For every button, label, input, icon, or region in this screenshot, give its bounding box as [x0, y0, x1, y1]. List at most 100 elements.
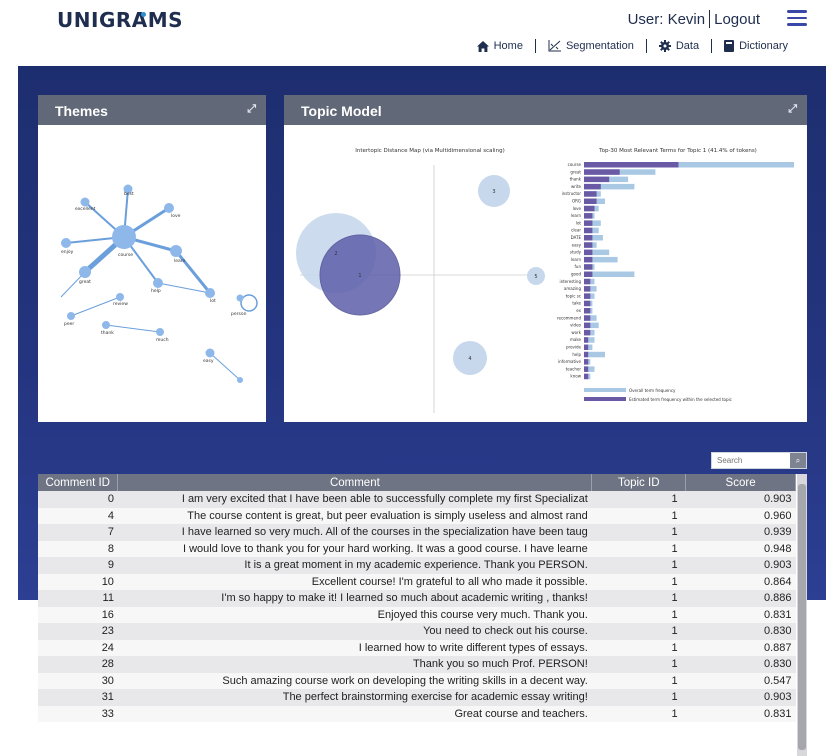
table-row[interactable]: 4 The course content is great, but peer e… — [38, 507, 796, 524]
term-label: love — [573, 206, 582, 211]
table-row[interactable]: 11 I'm so happy to make it! I learned so … — [38, 590, 796, 607]
term-topic-bar — [584, 271, 593, 277]
comments-table-container: Comment ID Comment Topic ID Score 0I am … — [38, 474, 807, 756]
topic-model-visualization: Intertopic Distance Map (via Multidimens… — [296, 148, 794, 413]
table-row[interactable]: 31 The perfect brainstorming exercise for… — [38, 689, 796, 706]
comment-cell: Thank you so much Prof. PERSON! — [117, 656, 592, 673]
comments-table: Comment ID Comment Topic ID Score 0I am … — [38, 474, 796, 722]
search-input[interactable] — [712, 453, 790, 468]
themes-panel: Themes ⤢ best excellent love enjoy cours… — [38, 95, 266, 422]
search-icon[interactable]: ⌕ — [790, 453, 806, 468]
term-label: topic sc — [566, 293, 581, 298]
nav-label-segmentation: Segmentation — [565, 40, 634, 52]
table-row[interactable]: 24 I learned how to write different types… — [38, 639, 796, 656]
main-nav: Home Segmentation Data Dictionary — [476, 39, 788, 53]
search-box: ⌕ — [711, 452, 807, 469]
term-topic-bar — [584, 205, 595, 212]
term-label: video — [570, 323, 581, 328]
comment-cell: I have learned so very much. All of the … — [117, 524, 592, 541]
topic-id-cell: 1 — [591, 557, 686, 574]
nav-label-home: Home — [493, 40, 523, 52]
home-icon — [476, 40, 489, 52]
terms-chart-title: Top-30 Most Relevant Terms for Topic 1 (… — [598, 148, 757, 154]
term-topic-bar — [584, 227, 593, 234]
table-row[interactable]: 10 Excellent course! I'm grateful to all … — [38, 573, 796, 590]
nav-item-dictionary[interactable]: Dictionary — [724, 40, 788, 52]
term-topic-bar — [584, 242, 593, 248]
term-topic-bar — [584, 286, 591, 292]
comment-id-cell: 23 — [38, 623, 118, 640]
comment-id-cell: 0 — [38, 491, 118, 508]
legend-swatch-overall — [584, 388, 626, 392]
table-row[interactable]: 7I have learned so very much. All of the… — [38, 524, 796, 541]
term-label: DATE — [571, 235, 582, 240]
term-topic-bar — [584, 278, 591, 285]
user-label: User: Kevin — [627, 10, 706, 28]
term-topic-bar — [584, 183, 601, 190]
node-label: peer — [64, 321, 74, 327]
term-label: fun — [575, 264, 582, 269]
comment-id-cell: 33 — [38, 705, 118, 722]
expand-icon[interactable]: ⤢ — [247, 103, 256, 116]
nav-item-home[interactable]: Home — [476, 40, 523, 52]
node-label: learn — [174, 258, 186, 264]
topic-id-cell: 1 — [591, 639, 686, 656]
table-row[interactable]: 33 Great course and teachers. 1 0.831 — [38, 705, 796, 722]
comment-cell: The perfect brainstorming exercise for a… — [117, 689, 592, 706]
term-label: know — [570, 374, 581, 379]
term-topic-bar — [584, 322, 591, 329]
comment-cell: Great course and teachers. — [117, 705, 592, 722]
topic-id-cell: 1 — [591, 672, 686, 689]
comment-id-cell: 28 — [38, 656, 118, 673]
logout-link[interactable]: Logout — [714, 11, 760, 28]
comment-id-cell: 8 — [38, 540, 118, 557]
logo[interactable]: UNIGRAMS — [57, 8, 183, 32]
term-label: thank — [570, 177, 582, 182]
term-topic-bar — [584, 293, 591, 299]
topic-circle-label: 4 — [468, 356, 471, 362]
expand-icon[interactable]: ⤢ — [788, 103, 797, 116]
themes-panel-header: Themes ⤢ — [38, 95, 266, 125]
user-separator — [709, 10, 711, 28]
comment-cell: Such amazing course work on developing t… — [117, 672, 592, 689]
comment-cell: Excellent course! I'm grateful to all wh… — [117, 573, 592, 590]
term-topic-bar — [584, 359, 589, 365]
term-label: provide — [566, 345, 582, 350]
column-header-comment-id[interactable]: Comment ID — [38, 474, 119, 491]
topic-id-cell: 1 — [591, 705, 686, 722]
term-topic-bar — [584, 235, 593, 241]
term-label: make — [570, 337, 582, 342]
column-header-topic-id[interactable]: Topic ID — [591, 474, 687, 491]
hamburger-menu-icon[interactable] — [787, 10, 807, 26]
comment-id-cell: 7 — [38, 524, 118, 541]
term-label: study — [570, 250, 582, 255]
nav-item-data[interactable]: Data — [658, 40, 699, 52]
node-label: easy — [203, 359, 214, 364]
column-header-comment[interactable]: Comment — [117, 474, 593, 491]
term-topic-bar — [584, 337, 589, 343]
term-topic-bar — [584, 256, 593, 263]
column-header-score[interactable]: Score — [685, 474, 796, 491]
score-cell: 0.864 — [685, 573, 796, 590]
table-scrollbar-thumb[interactable] — [798, 484, 806, 750]
comment-id-cell: 16 — [38, 606, 118, 623]
nav-item-segmentation[interactable]: Segmentation — [548, 40, 634, 52]
table-row[interactable]: 0I am very excited that I have been able… — [38, 491, 796, 508]
table-row[interactable]: 30 Such amazing course work on developing… — [38, 672, 796, 689]
table-row[interactable]: 28 Thank you so much Prof. PERSON! 1 0.830 — [38, 656, 796, 673]
comment-cell: Enjoyed this course very much. Thank you… — [117, 606, 592, 623]
score-cell: 0.948 — [685, 540, 796, 557]
comment-id-cell: 30 — [38, 672, 118, 689]
themes-network-graph: best excellent love enjoy course learn g… — [60, 184, 258, 383]
term-topic-bar — [584, 191, 597, 197]
node-label: thank — [101, 330, 114, 336]
topic-id-cell: 1 — [591, 573, 686, 590]
score-cell: 0.830 — [685, 623, 796, 640]
table-row[interactable]: 23 You need to check out his course. 1 0.83… — [38, 623, 796, 640]
table-row[interactable]: 9 It is a great moment in my academic exp… — [38, 557, 796, 574]
table-row[interactable]: 8I would love to thank you for your hard… — [38, 540, 796, 557]
legend-swatch-topic — [584, 397, 626, 401]
table-row[interactable]: 16 Enjoyed this course very much. Thank y… — [38, 606, 796, 623]
topic-id-cell: 1 — [591, 491, 686, 508]
term-label: good — [571, 272, 581, 277]
